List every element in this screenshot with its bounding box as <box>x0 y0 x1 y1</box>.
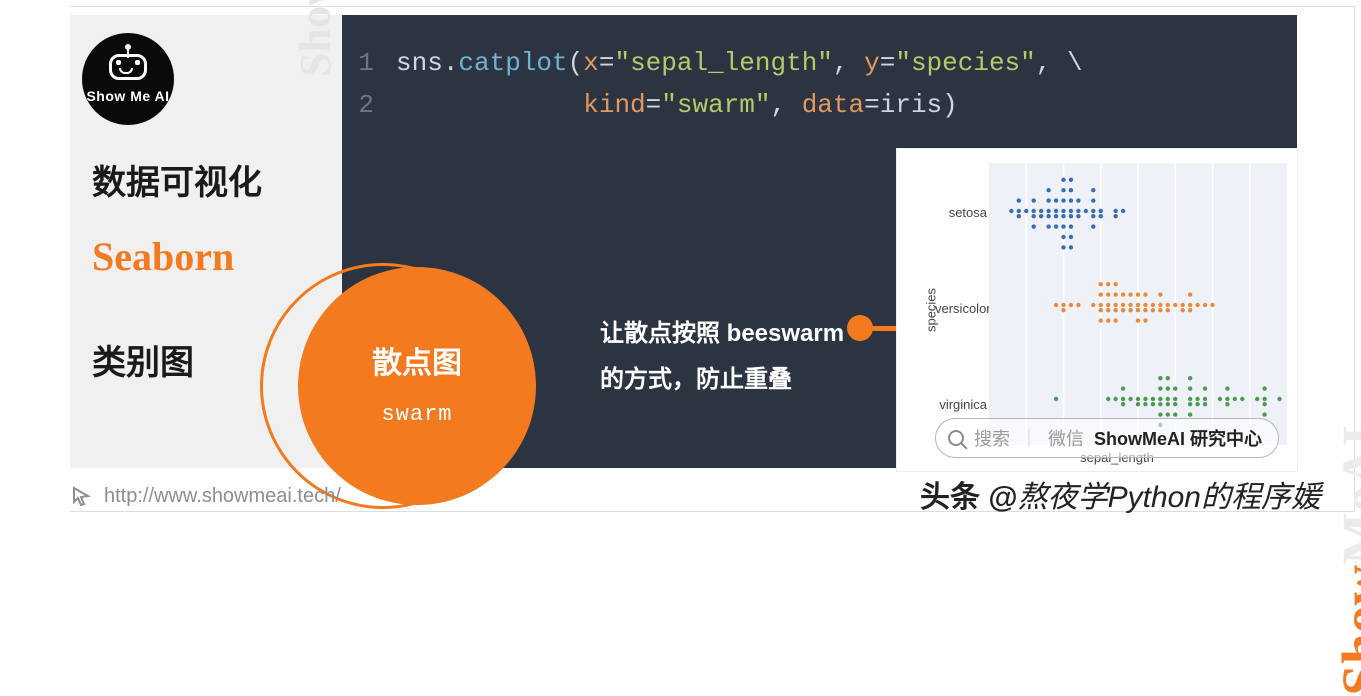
search-separator: ｜ <box>1020 425 1038 451</box>
chart-category-versicolor: versicolor <box>935 301 987 316</box>
robot-icon <box>109 54 147 82</box>
chart-category-virginica: virginica <box>935 397 987 412</box>
watermark-right: ShowMeAI <box>1331 425 1361 696</box>
search-hint: 搜索 <box>974 425 1010 451</box>
slide-content: Show Me AI 数据可视化 Seaborn 类别图 ShowMeAI 1s… <box>70 15 1297 468</box>
cursor-icon <box>70 484 94 508</box>
annotation-line-2: 的方式，防止重叠 <box>600 357 844 403</box>
heading-data-visualization: 数据可视化 <box>92 155 262 204</box>
annotation-line-1: 让散点按照 beeswarm <box>600 311 844 357</box>
search-brand: ShowMeAI 研究中心 <box>1094 425 1262 451</box>
search-pill[interactable]: 搜索 ｜ 微信 ShowMeAI 研究中心 <box>935 418 1279 458</box>
chart-category-setosa: setosa <box>935 205 987 220</box>
annotation-text: 让散点按照 beeswarm 的方式，防止重叠 <box>600 311 844 402</box>
search-scope: 微信 <box>1048 425 1084 451</box>
footer: http://www.showmeai.tech/ <box>70 484 341 508</box>
topic-circle: 散点图 swarm <box>298 267 536 505</box>
topic-circle-subtitle: swarm <box>381 402 452 427</box>
heading-category-plot: 类别图 <box>92 335 194 384</box>
credit-prefix: 头条 @ <box>920 481 1018 514</box>
showmeai-logo: Show Me AI <box>82 33 174 125</box>
search-icon <box>948 430 964 446</box>
watermark-left: ShowMeAI <box>290 0 341 77</box>
topic-circle-title: 散点图 <box>372 338 462 382</box>
footer-url[interactable]: http://www.showmeai.tech/ <box>104 485 341 508</box>
left-margin <box>6 6 70 512</box>
credit-text: 熬夜学Python的程序媛 <box>1018 481 1321 514</box>
heading-seaborn: Seaborn <box>92 233 234 280</box>
logo-text: Show Me AI <box>86 88 169 104</box>
chart-plot-area <box>989 163 1287 445</box>
credit-line: 头条 @熬夜学Python的程序媛 <box>920 472 1321 516</box>
